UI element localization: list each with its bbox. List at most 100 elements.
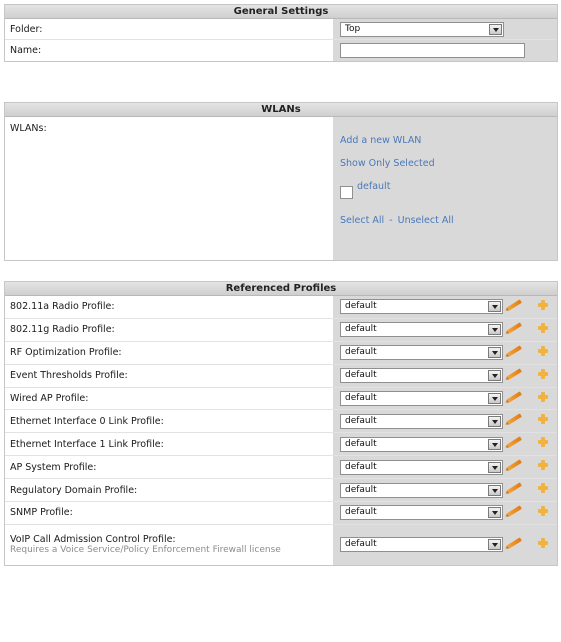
pencil-icon[interactable] bbox=[507, 436, 522, 448]
pencil-icon[interactable] bbox=[507, 537, 522, 549]
profile-row: RF Optimization Profile: default bbox=[5, 341, 557, 365]
profile-select-value: default bbox=[345, 539, 377, 550]
folder-row: Folder: Top bbox=[5, 19, 557, 40]
chevron-down-icon[interactable] bbox=[488, 507, 501, 519]
profile-select-value: default bbox=[345, 438, 377, 449]
profile-select-value: default bbox=[345, 484, 377, 495]
profile-label: Wired AP Profile: bbox=[5, 387, 333, 410]
wlans-label: WLANs: bbox=[5, 117, 333, 260]
profile-select[interactable]: default bbox=[340, 537, 503, 553]
wlans-panel: WLANs WLANs: Add a new WLAN Show Only Se… bbox=[4, 102, 558, 261]
profile-select[interactable]: default bbox=[340, 368, 503, 384]
pencil-icon[interactable] bbox=[507, 459, 522, 471]
profile-select[interactable]: default bbox=[340, 391, 503, 406]
profile-row: Event Thresholds Profile: default bbox=[5, 364, 557, 388]
profile-row: VoIP Call Admission Control Profile: Requ… bbox=[5, 524, 557, 565]
profile-select-value: default bbox=[345, 507, 377, 518]
chevron-down-icon[interactable] bbox=[488, 301, 501, 313]
profile-label: RF Optimization Profile: bbox=[5, 341, 333, 364]
plus-icon[interactable] bbox=[538, 345, 548, 356]
profile-select[interactable]: default bbox=[340, 299, 503, 315]
chevron-down-icon[interactable] bbox=[488, 324, 501, 336]
profile-label: VoIP Call Admission Control Profile: bbox=[10, 534, 176, 546]
profile-row: 802.11a Radio Profile: default bbox=[5, 296, 557, 319]
profile-select-value: default bbox=[345, 393, 377, 403]
chevron-down-icon[interactable] bbox=[488, 461, 501, 473]
profile-select-value: default bbox=[345, 301, 377, 312]
folder-select-value: Top bbox=[345, 23, 361, 34]
profile-select[interactable]: default bbox=[340, 436, 503, 452]
default-wlan-option: default bbox=[340, 181, 390, 204]
profile-select[interactable]: default bbox=[340, 322, 503, 338]
default-wlan-checkbox[interactable] bbox=[340, 186, 353, 199]
profile-label: Regulatory Domain Profile: bbox=[5, 479, 333, 502]
add-wlan-link[interactable]: Add a new WLAN bbox=[340, 135, 421, 146]
pencil-icon[interactable] bbox=[507, 482, 522, 494]
wlans-header: WLANs bbox=[5, 103, 557, 117]
chevron-down-icon[interactable] bbox=[488, 370, 501, 382]
pencil-icon[interactable] bbox=[507, 390, 522, 403]
profile-rows: 802.11a Radio Profile: default 802.11g Rad… bbox=[5, 296, 557, 565]
chevron-down-icon[interactable] bbox=[488, 415, 501, 427]
profile-label: 802.11g Radio Profile: bbox=[5, 318, 333, 341]
plus-icon[interactable] bbox=[538, 505, 548, 516]
profile-label: Ethernet Interface 0 Link Profile: bbox=[5, 410, 333, 433]
pencil-icon[interactable] bbox=[507, 299, 522, 311]
chevron-down-icon[interactable] bbox=[488, 438, 501, 450]
chevron-down-icon[interactable] bbox=[489, 23, 502, 35]
profile-select[interactable]: default bbox=[340, 413, 503, 429]
profile-select-value: default bbox=[345, 415, 377, 426]
plus-icon[interactable] bbox=[538, 437, 548, 448]
plus-icon[interactable] bbox=[538, 368, 548, 379]
plus-icon[interactable] bbox=[538, 483, 548, 494]
pencil-icon[interactable] bbox=[507, 345, 522, 357]
profile-row: Ethernet Interface 0 Link Profile: defaul… bbox=[5, 410, 557, 434]
plus-icon[interactable] bbox=[538, 322, 548, 333]
pencil-icon[interactable] bbox=[507, 505, 522, 517]
profile-select[interactable]: default bbox=[340, 505, 503, 521]
show-only-selected-link[interactable]: Show Only Selected bbox=[340, 158, 435, 169]
profile-select[interactable]: default bbox=[340, 459, 503, 475]
chevron-down-icon[interactable] bbox=[488, 393, 501, 404]
general-settings-panel: General Settings Folder: Top Name: bbox=[4, 4, 558, 62]
profile-row: SNMP Profile: default bbox=[5, 502, 557, 525]
wlans-row: WLANs: Add a new WLAN Show Only Selected… bbox=[5, 117, 557, 260]
profile-label: 802.11a Radio Profile: bbox=[5, 296, 333, 318]
unselect-all-link[interactable]: Unselect All bbox=[398, 215, 454, 226]
ap-group-settings-page: General Settings Folder: Top Name: WLANs… bbox=[0, 0, 561, 642]
plus-icon[interactable] bbox=[538, 460, 548, 471]
profile-label: SNMP Profile: bbox=[5, 502, 333, 524]
pencil-icon[interactable] bbox=[507, 322, 522, 334]
pencil-icon[interactable] bbox=[507, 413, 522, 426]
name-row: Name: bbox=[5, 40, 557, 61]
folder-select[interactable]: Top bbox=[340, 21, 504, 37]
plus-icon[interactable] bbox=[538, 537, 548, 548]
chevron-down-icon[interactable] bbox=[488, 539, 501, 551]
chevron-down-icon[interactable] bbox=[488, 347, 501, 359]
chevron-down-icon[interactable] bbox=[488, 484, 501, 496]
profile-row: Ethernet Interface 1 Link Profile: defaul… bbox=[5, 433, 557, 457]
select-all-link[interactable]: Select All bbox=[340, 215, 384, 226]
profile-select-value: default bbox=[345, 347, 377, 358]
name-label: Name: bbox=[5, 40, 333, 61]
profile-row: 802.11g Radio Profile: default bbox=[5, 318, 557, 342]
plus-icon[interactable] bbox=[538, 299, 548, 310]
profile-select[interactable]: default bbox=[340, 482, 503, 498]
plus-icon[interactable] bbox=[538, 414, 548, 425]
name-input[interactable] bbox=[340, 43, 525, 58]
referenced-profiles-header: Referenced Profiles bbox=[5, 282, 557, 296]
profile-row: Wired AP Profile: default bbox=[5, 387, 557, 411]
profile-select[interactable]: default bbox=[340, 345, 503, 361]
profile-select-value: default bbox=[345, 461, 377, 472]
referenced-profiles-panel: Referenced Profiles 802.11a Radio Profil… bbox=[4, 281, 558, 566]
folder-label: Folder: bbox=[5, 19, 333, 39]
selection-links: Select All - Unselect All bbox=[340, 215, 454, 226]
pencil-icon[interactable] bbox=[507, 367, 522, 380]
profile-row: Regulatory Domain Profile: default bbox=[5, 479, 557, 503]
plus-icon[interactable] bbox=[538, 391, 548, 402]
profile-select-value: default bbox=[345, 324, 377, 335]
profile-row: AP System Profile: default bbox=[5, 456, 557, 480]
profile-license-note: Requires a Voice Service/Policy Enforcem… bbox=[10, 545, 281, 556]
profile-label: Ethernet Interface 1 Link Profile: bbox=[5, 433, 333, 456]
profile-select-value: default bbox=[345, 370, 377, 381]
